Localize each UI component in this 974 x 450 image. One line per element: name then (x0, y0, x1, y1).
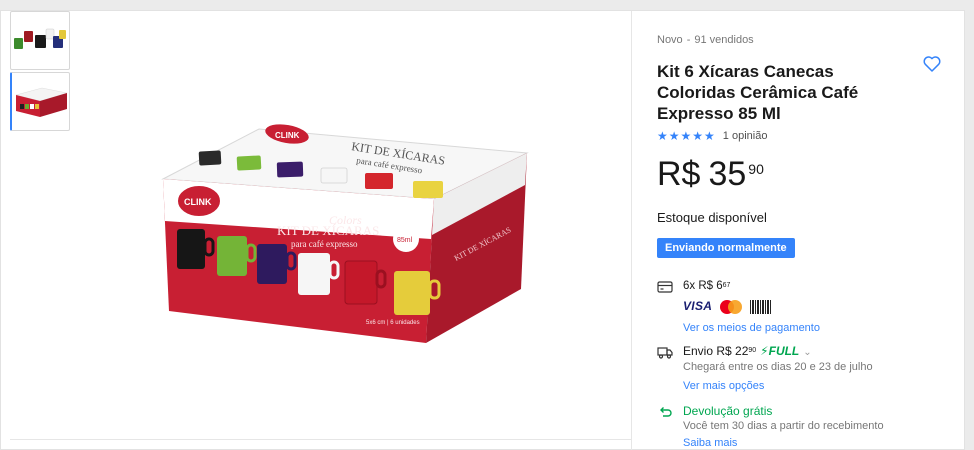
free-return-label: Devolução grátis (683, 404, 773, 418)
return-arrow-icon (660, 407, 672, 417)
mastercard-logo (720, 299, 743, 314)
shipping-cents: 90 (748, 347, 757, 354)
review-count[interactable]: 1 opinião (723, 130, 768, 142)
chevron-down-icon[interactable]: ⌄ (803, 347, 811, 358)
installments-cents: 67 (722, 282, 731, 289)
payment-methods-link[interactable]: Ver os meios de pagamento (683, 321, 820, 336)
installments-row: 6x R$ 667 VISA Ver os meios de pagamento (657, 279, 820, 336)
shipping-price[interactable]: Envio R$ 2290 ⚡FULL ⌄ (683, 344, 873, 360)
learn-more-link[interactable]: Saiba mais (683, 436, 884, 450)
price-cents: 90 (748, 161, 764, 177)
sold-count: 91 vendidos (694, 34, 754, 46)
condition-label: Novo (657, 34, 683, 46)
box-brand-top: CLINK (275, 131, 300, 140)
shipping-status-badge: Enviando normalmente (657, 238, 795, 258)
bolt-icon: ⚡ (760, 344, 769, 358)
return-detail: Você tem 30 dias a partir do recebimento (683, 420, 884, 432)
product-box-image: CLINK KIT DE XÍCARAS para café expresso … (161, 124, 529, 343)
product-title: Kit 6 Xícaras Canecas Coloridas Cerâmica… (657, 62, 859, 123)
box-thumbnail-image (15, 87, 68, 117)
full-badge: ⚡FULL (760, 344, 799, 358)
image-gallery: CLINK KIT DE XÍCARAS para café expresso … (1, 11, 631, 450)
box-footer: 5x6 cm | 6 unidades (366, 320, 420, 326)
box-subtitle-front: para café expresso (291, 239, 358, 249)
star-rating-icon: ★★★★★ (657, 129, 716, 143)
installments-text: 6x R$ 667 (683, 279, 820, 294)
boleto-icon (750, 299, 773, 314)
full-label: FULL (768, 344, 800, 358)
gallery-divider (10, 439, 631, 440)
truck-icon (657, 347, 673, 359)
arrival-estimate: Chegará entre os dias 20 e 23 de julho (683, 361, 873, 373)
price-currency: R$ (657, 155, 701, 193)
shipping-label: Envio R$ 22 (683, 344, 749, 358)
box-volume-label: 85ml (397, 237, 413, 244)
payment-cards: VISA (683, 299, 820, 314)
thumbnail-cups[interactable] (10, 11, 70, 70)
cups-thumbnail-image (14, 28, 66, 49)
rating-summary[interactable]: ★★★★★ 1 opinião (657, 129, 767, 143)
thumbnail-list (10, 11, 70, 133)
installments-main: 6x R$ 6 (683, 280, 723, 292)
stock-status: Estoque disponível (657, 210, 767, 225)
thumbnail-box[interactable] (10, 72, 70, 131)
column-divider (631, 11, 632, 450)
shipping-row: Envio R$ 2290 ⚡FULL ⌄ Chegará entre os dia… (657, 344, 873, 394)
product-subtitle: Novo -91 vendidos (657, 34, 754, 46)
meta-separator: - (686, 34, 691, 46)
returns-row: Devolução grátis Você tem 30 dias a part… (657, 404, 884, 450)
box-title-front: KIT DE XÍCARAS (277, 223, 379, 238)
price-integer: 35 (708, 155, 747, 193)
box-brand-front: CLINK (184, 197, 212, 207)
heart-icon[interactable] (922, 54, 942, 74)
product-main-image[interactable]: CLINK KIT DE XÍCARAS para café expresso … (151, 111, 551, 351)
credit-card-icon (657, 281, 673, 293)
more-options-link[interactable]: Ver mais opções (683, 379, 873, 394)
visa-logo: VISA (683, 299, 713, 313)
price: R$ 35 90 (657, 156, 764, 192)
product-card: CLINK KIT DE XÍCARAS para café expresso … (0, 10, 965, 450)
